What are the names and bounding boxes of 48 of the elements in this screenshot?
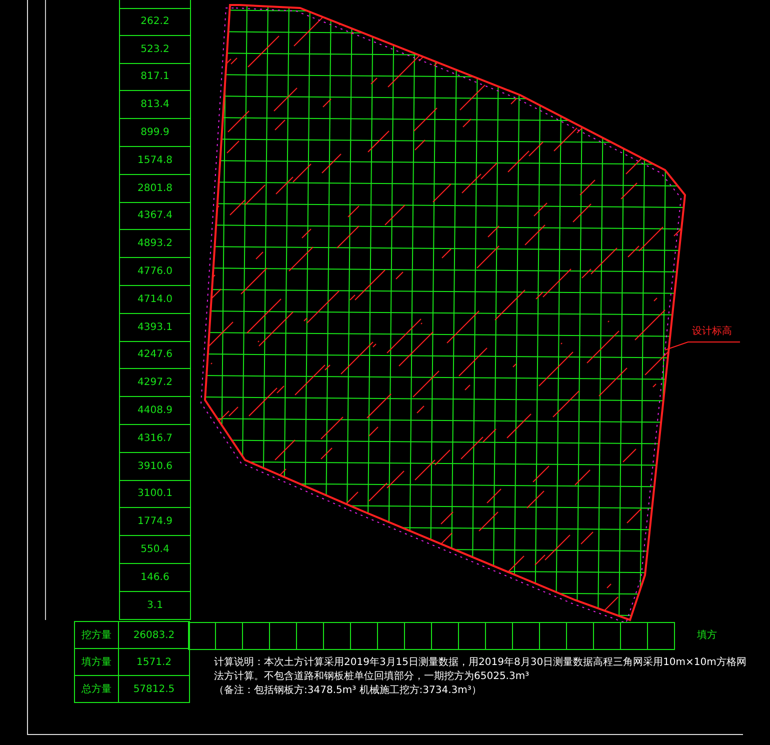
table-cell: [566, 622, 594, 650]
volume-cell: 4714.0: [119, 286, 191, 314]
volume-cell: 4316.7: [119, 424, 191, 453]
total-cell: 26083.2: [118, 621, 190, 649]
leader-label: 设计标高: [692, 326, 732, 337]
volume-cell: 4776.0: [119, 258, 191, 286]
volume-cell: 4297.2: [119, 369, 191, 398]
table-cell: [188, 622, 216, 650]
table-cell: [269, 622, 297, 650]
volume-cell: 3.1: [119, 592, 191, 620]
table-cell: [647, 622, 675, 650]
table-cell: [404, 622, 432, 650]
total-cell: 57812.5: [118, 675, 190, 703]
volume-cell: 1574.8: [119, 146, 191, 175]
volume-cell: 550.4: [119, 536, 191, 564]
table-cell: [512, 622, 540, 650]
volume-cell: 817.1: [119, 64, 191, 92]
table-cell: [215, 622, 243, 650]
volume-cell: 3100.1: [119, 480, 191, 508]
volume-cell: 4393.1: [119, 314, 191, 342]
row-header: 挖方量: [74, 621, 119, 649]
table-cell: [593, 622, 621, 650]
volume-cell: 2801.8: [119, 174, 191, 203]
table-cell: [431, 622, 459, 650]
note-text: （备注：包括钢板方:3478.5m³ 机械施工挖方:3734.3m³）: [214, 684, 482, 698]
table-cell: [458, 622, 486, 650]
volume-cell: 4408.9: [119, 397, 191, 425]
table-cell: [242, 622, 270, 650]
volume-cell: 813.4: [119, 91, 191, 120]
table-cell: [296, 622, 324, 650]
volume-cell: 4367.4: [119, 202, 191, 230]
volume-cell: 3910.6: [119, 452, 191, 481]
volume-cell: 523.2: [119, 36, 191, 64]
table-cell: [323, 622, 351, 650]
table-cell: [485, 622, 513, 650]
volume-cell: 4247.6: [119, 342, 191, 370]
volume-cell: 4893.2: [119, 230, 191, 258]
volume-cell: 899.9: [119, 119, 191, 147]
row-header: 总方量: [74, 675, 119, 703]
volume-cell: 1774.9: [119, 508, 191, 536]
table-cell: [377, 622, 405, 650]
note-text: 计算说明：本次土方计算采用2019年3月15日测量数据，用2019年8月30日测量数据高程三角网采用10m×10m方格网法方计算。不包含道路和钢板桩单位回填部分，一期挖方为65025.3m³: [214, 656, 748, 684]
table-cell: [350, 622, 378, 650]
volume-cell: 262.2: [119, 8, 191, 36]
table-cell: [539, 622, 567, 650]
row-label: 填方: [697, 628, 717, 643]
volume-cell: 146.6: [119, 564, 191, 592]
table-cell: [620, 622, 648, 650]
